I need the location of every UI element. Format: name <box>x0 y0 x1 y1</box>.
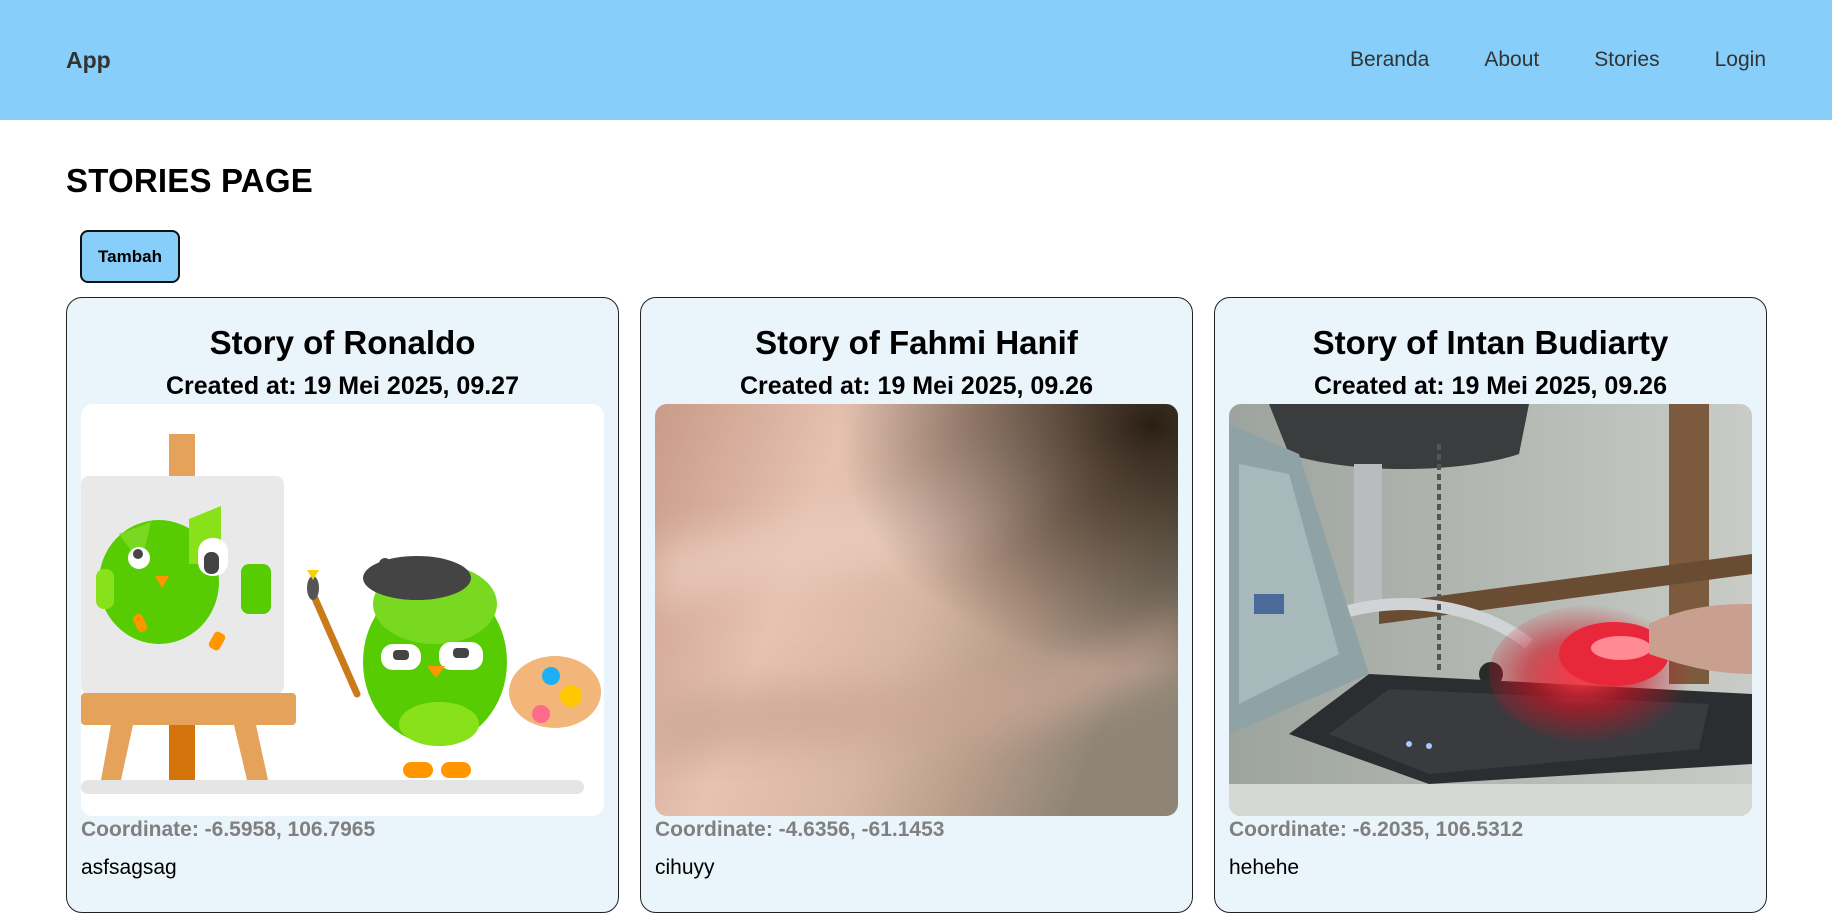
story-card[interactable]: Story of Fahmi Hanif Created at: 19 Mei … <box>640 297 1193 913</box>
story-created-at: Created at: 19 Mei 2025, 09.26 <box>1314 372 1667 400</box>
nav-link-about[interactable]: About <box>1484 48 1539 72</box>
main-nav: Beranda About Stories Login <box>1295 48 1766 72</box>
story-list: Story of Ronaldo Created at: 19 Mei 2025… <box>66 297 1767 913</box>
story-coordinate: Coordinate: -6.5958, 106.7965 <box>81 818 376 841</box>
story-coordinate: Coordinate: -4.6356, -61.1453 <box>655 818 945 841</box>
story-card[interactable]: Story of Intan Budiarty Created at: 19 M… <box>1214 297 1767 913</box>
stories-main: STORIES PAGE Tambah Story of Ronaldo Cre… <box>0 162 1832 913</box>
app-brand[interactable]: App <box>66 47 111 74</box>
add-story-button[interactable]: Tambah <box>80 230 180 283</box>
nav-link-beranda[interactable]: Beranda <box>1350 48 1429 72</box>
story-description: asfsagsag <box>81 856 177 879</box>
story-card[interactable]: Story of Ronaldo Created at: 19 Mei 2025… <box>66 297 619 913</box>
story-description: cihuyy <box>655 856 715 879</box>
story-title: Story of Intan Budiarty <box>1312 324 1669 361</box>
story-image-blurry-skin <box>655 404 1178 816</box>
page-title: STORIES PAGE <box>66 162 313 199</box>
story-image-laptop-mouse <box>1229 404 1752 816</box>
nav-link-stories[interactable]: Stories <box>1594 48 1659 72</box>
story-created-at: Created at: 19 Mei 2025, 09.27 <box>166 372 519 400</box>
story-title: Story of Ronaldo <box>209 324 476 361</box>
story-description: hehehe <box>1229 856 1300 879</box>
story-title: Story of Fahmi Hanif <box>755 324 1078 361</box>
nav-link-login[interactable]: Login <box>1715 48 1766 72</box>
story-created-at: Created at: 19 Mei 2025, 09.26 <box>740 372 1093 400</box>
story-image-owl-painting <box>81 404 604 816</box>
story-coordinate: Coordinate: -6.2035, 106.5312 <box>1229 818 1524 841</box>
app-header: App Beranda About Stories Login <box>0 0 1832 120</box>
